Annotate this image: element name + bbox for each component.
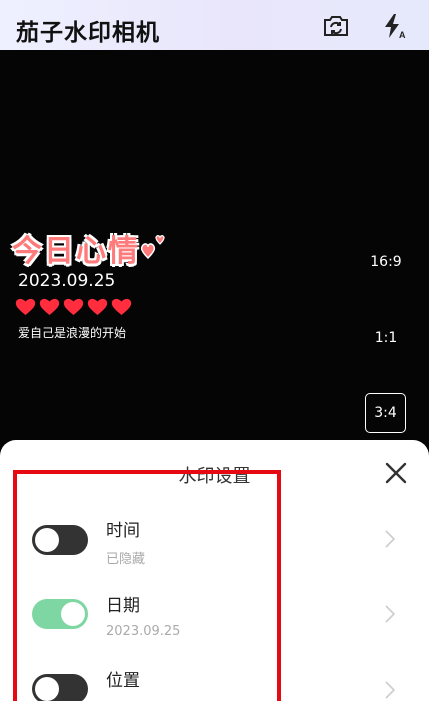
sheet-title: 水印设置 [178, 466, 251, 487]
top-bar: 茄子水印相机 A [0, 0, 429, 50]
watermark-caption: 爱自己是浪漫的开始 [18, 326, 127, 340]
setting-row-date[interactable]: 日期 2023.09.25 [0, 579, 429, 649]
date-toggle[interactable] [32, 599, 88, 629]
close-icon[interactable] [383, 460, 409, 486]
watermark-hearts-decoration-icon [140, 232, 168, 262]
time-toggle[interactable] [32, 525, 88, 555]
heart-icon [111, 296, 132, 316]
heart-icon [15, 296, 36, 316]
heart-icon [39, 296, 60, 316]
setting-label-location: 位置 [106, 671, 140, 691]
watermark-date: 2023.09.25 [18, 271, 116, 291]
ratio-1-1-button[interactable]: 1:1 [366, 330, 406, 346]
setting-sub-date: 2023.09.25 [106, 624, 181, 639]
watermark-title: 今日心情 [12, 234, 140, 269]
watermark-settings-sheet: 水印设置 时间 已隐藏 日期 2023.09.25 位置 [0, 440, 429, 701]
location-toggle[interactable] [32, 674, 88, 701]
chevron-right-icon [384, 680, 396, 700]
setting-label-time: 时间 [106, 521, 140, 541]
flash-auto-icon[interactable]: A [380, 12, 410, 40]
watermark-hearts [15, 296, 132, 316]
ratio-16-9-button[interactable]: 16:9 [366, 254, 406, 270]
heart-icon [87, 296, 108, 316]
chevron-right-icon [384, 604, 396, 624]
heart-icon [63, 296, 84, 316]
chevron-right-icon [384, 529, 396, 549]
ratio-3-4-button[interactable]: 3:4 [365, 393, 406, 433]
setting-label-date: 日期 [106, 596, 140, 616]
camera-switch-icon[interactable] [321, 12, 351, 40]
app-title: 茄子水印相机 [16, 20, 160, 46]
svg-text:A: A [399, 30, 406, 40]
setting-row-time[interactable]: 时间 已隐藏 [0, 502, 429, 572]
setting-sub-time: 已隐藏 [106, 552, 146, 567]
setting-row-location[interactable]: 位置 [0, 654, 429, 701]
